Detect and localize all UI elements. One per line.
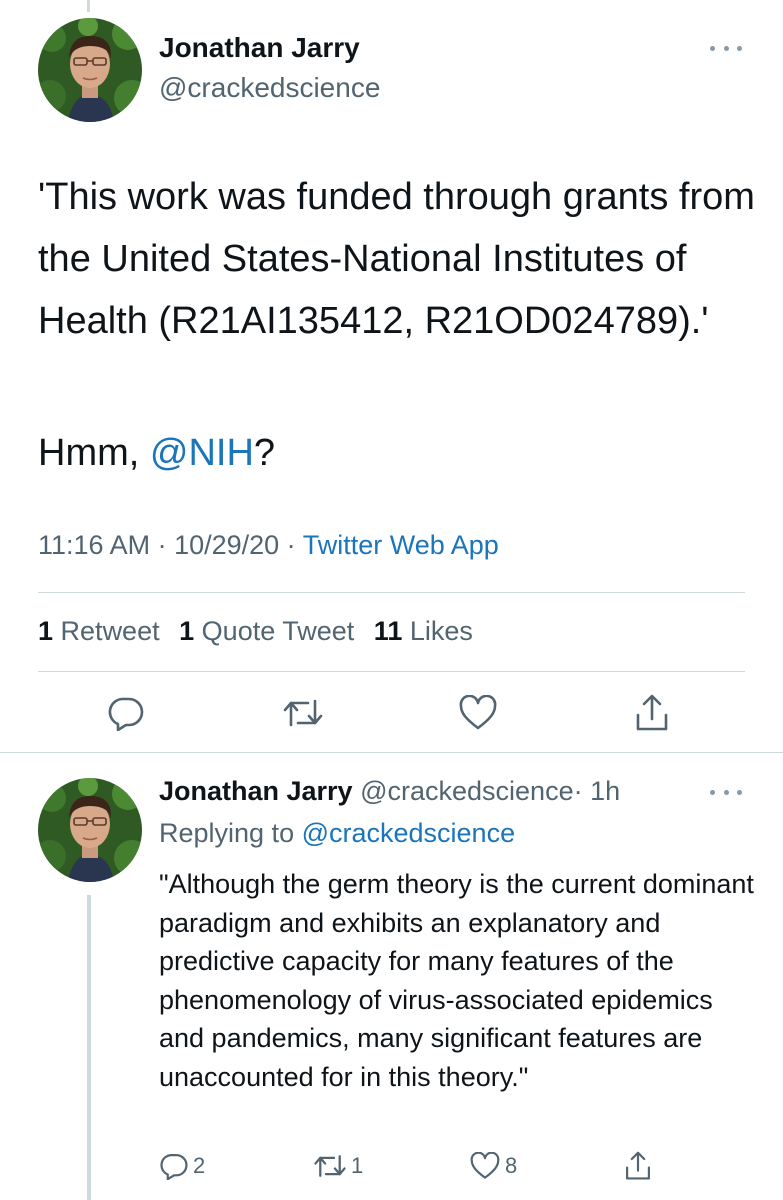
reply-button[interactable]: 2 xyxy=(159,1152,205,1180)
avatar-image xyxy=(38,778,142,882)
avatar-image xyxy=(38,18,142,122)
likes-count: 11 xyxy=(373,616,403,646)
more-dot-icon xyxy=(737,45,742,51)
share-icon xyxy=(636,694,668,731)
quotes-label: Quote Tweet xyxy=(201,616,355,646)
tweet-text: 'This work was funded through grants fro… xyxy=(38,176,755,342)
more-options-button[interactable] xyxy=(706,782,746,802)
like-count: 8 xyxy=(505,1153,518,1178)
time-ago[interactable]: · 1h xyxy=(574,776,621,806)
tweet-text-prefix: Hmm, xyxy=(38,432,150,474)
quotes-stat[interactable]: 1 Quote Tweet xyxy=(179,616,354,646)
tweet-stats: 1 Retweet 1 Quote Tweet 11 Likes xyxy=(38,616,485,647)
avatar[interactable] xyxy=(38,18,142,122)
author-name[interactable]: Jonathan Jarry xyxy=(159,32,360,64)
retweet-button[interactable] xyxy=(282,697,324,729)
more-dot-icon xyxy=(710,45,715,51)
like-button[interactable]: 8 xyxy=(469,1152,517,1180)
main-tweet: Jonathan Jarry @crackedscience 'This wor… xyxy=(0,0,783,753)
reply-icon xyxy=(160,1154,188,1180)
like-button[interactable] xyxy=(458,695,498,731)
reply-icon xyxy=(108,697,144,731)
mention-link[interactable]: @NIH xyxy=(150,432,254,474)
avatar[interactable] xyxy=(38,778,142,882)
reply-header: Jonathan Jarry @crackedscience· 1h xyxy=(159,776,620,807)
retweets-label: Retweet xyxy=(60,616,160,646)
heart-icon xyxy=(459,695,497,730)
share-button[interactable] xyxy=(624,1150,656,1182)
author-handle[interactable]: @crackedscience xyxy=(360,776,574,806)
likes-stat[interactable]: 11 Likes xyxy=(374,616,473,646)
likes-label: Likes xyxy=(409,616,473,646)
retweet-icon xyxy=(314,1155,346,1177)
reply-text: "Although the germ theory is the current… xyxy=(159,869,754,1092)
share-button[interactable] xyxy=(634,693,670,733)
replying-to: Replying to @crackedscience xyxy=(159,818,515,849)
retweet-count: 1 xyxy=(351,1153,364,1178)
reply-tweet[interactable]: Jonathan Jarry @crackedscience· 1h Reply… xyxy=(0,752,783,1200)
replying-to-link[interactable]: @crackedscience xyxy=(302,818,516,848)
reply-count: 2 xyxy=(193,1153,206,1178)
heart-icon xyxy=(470,1152,500,1179)
author-handle[interactable]: @crackedscience xyxy=(159,72,380,104)
more-dot-icon xyxy=(723,45,729,51)
more-dot-icon xyxy=(710,789,715,795)
author-name[interactable]: Jonathan Jarry xyxy=(159,776,353,806)
more-dot-icon xyxy=(723,789,729,795)
tweet-text-line: Hmm, @NIH? xyxy=(38,422,275,484)
more-options-button[interactable] xyxy=(706,38,746,58)
reply-button[interactable] xyxy=(107,695,145,731)
tweet-text-suffix: ? xyxy=(253,432,276,474)
tweet-meta: 11:16 AM · 10/29/20 · Twitter Web App xyxy=(38,530,499,561)
timestamp[interactable]: 11:16 AM · 10/29/20 · xyxy=(38,530,303,560)
source-app-link[interactable]: Twitter Web App xyxy=(303,530,499,560)
replying-to-label: Replying to xyxy=(159,818,302,848)
divider xyxy=(38,671,745,672)
retweet-button[interactable]: 1 xyxy=(313,1153,363,1179)
share-icon xyxy=(626,1151,650,1180)
thread-connector xyxy=(87,895,91,1200)
more-dot-icon xyxy=(737,789,742,795)
quotes-count: 1 xyxy=(179,616,195,646)
divider xyxy=(38,592,745,593)
retweets-stat[interactable]: 1 Retweet xyxy=(38,616,160,646)
retweet-icon xyxy=(283,699,323,727)
retweets-count: 1 xyxy=(38,616,54,646)
